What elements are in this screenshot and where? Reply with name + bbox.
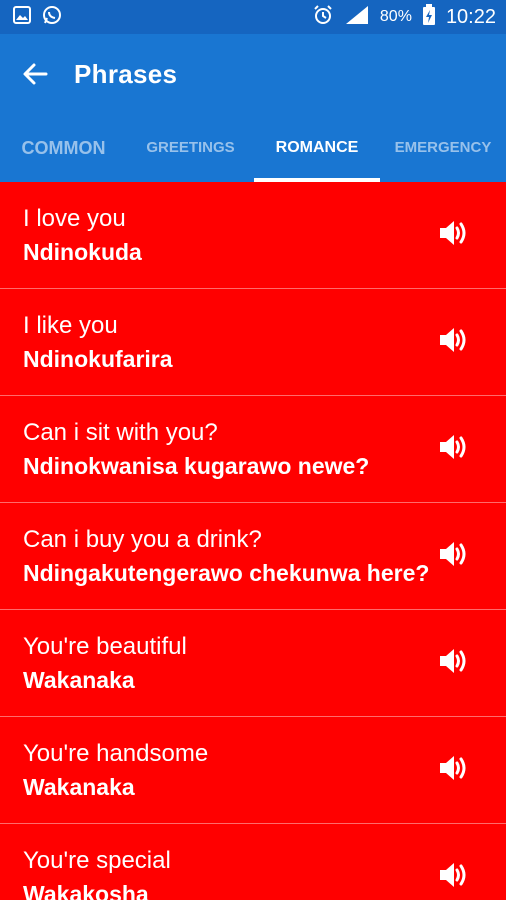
status-bar: 80% 10:22 (0, 0, 506, 34)
battery-charging-icon (422, 3, 436, 31)
tab-label: ROMANCE (275, 139, 359, 156)
play-audio-button[interactable] (436, 430, 470, 464)
phrase-english: You're handsome (23, 740, 209, 767)
play-audio-button[interactable] (436, 858, 470, 892)
phrase-english: I love you (23, 205, 126, 232)
phrase-translation: Wakanaka (23, 774, 135, 800)
phrase-row[interactable]: I love you Ndinokuda (0, 182, 506, 289)
phrase-row[interactable]: I like you Ndinokufarira (0, 289, 506, 396)
status-right: 80% 10:22 (312, 3, 496, 31)
speaker-icon (440, 328, 466, 352)
speaker-icon (440, 221, 466, 245)
whatsapp-icon (42, 5, 62, 30)
phrase-row[interactable]: Can i buy you a drink? Ndingakutengerawo… (0, 503, 506, 610)
phrase-english: You're special (23, 847, 171, 874)
phrase-translation: Ndinokuda (23, 239, 142, 265)
tab-greetings[interactable]: GREETINGS (127, 114, 254, 182)
speaker-icon (440, 863, 466, 887)
play-audio-button[interactable] (436, 537, 470, 571)
page-title: Phrases (74, 58, 178, 89)
phrase-translation: Ndingakutengerawo chekunwa here? (23, 560, 430, 586)
tab-emergency[interactable]: EMERGENCY (380, 114, 506, 182)
tab-label: EMERGENCY (394, 139, 492, 156)
tab-common[interactable]: COMMON (0, 114, 127, 182)
play-audio-button[interactable] (436, 216, 470, 250)
phrase-english: You're beautiful (23, 633, 187, 660)
phrase-translation: Wakanaka (23, 667, 135, 693)
phrase-translation: Wakakosha (23, 881, 149, 900)
phrase-english: Can i sit with you? (23, 419, 218, 446)
play-audio-button[interactable] (436, 644, 470, 678)
tab-romance[interactable]: ROMANCE (254, 114, 380, 182)
alarm-icon (312, 4, 334, 31)
phrase-translation: Ndinokufarira (23, 346, 173, 372)
speaker-icon (440, 435, 466, 459)
phrase-english: I like you (23, 312, 118, 339)
play-audio-button[interactable] (436, 323, 470, 357)
phrase-row[interactable]: You're beautiful Wakanaka (0, 610, 506, 717)
phrase-row[interactable]: You're handsome Wakanaka (0, 717, 506, 824)
speaker-icon (440, 649, 466, 673)
phrase-list: I love you Ndinokuda I like you Ndinokuf… (0, 182, 506, 900)
speaker-icon (440, 756, 466, 780)
back-button[interactable] (20, 59, 50, 89)
phrase-translation: Ndinokwanisa kugarawo newe? (23, 453, 370, 479)
tab-label: COMMON (21, 138, 106, 158)
speaker-icon (440, 542, 466, 566)
image-icon (12, 5, 32, 30)
battery-percent: 80% (379, 8, 412, 25)
play-audio-button[interactable] (436, 751, 470, 785)
clock: 10:22 (445, 5, 496, 28)
tab-bar: COMMON GREETINGS ROMANCE EMERGENCY (0, 114, 506, 182)
status-left (12, 5, 62, 30)
phrase-row[interactable]: Can i sit with you? Ndinokwanisa kugaraw… (0, 396, 506, 503)
arrow-left-icon (23, 63, 48, 85)
app-bar: Phrases (0, 34, 506, 114)
tab-label: GREETINGS (146, 139, 235, 156)
signal-icon (344, 4, 370, 31)
phrase-row[interactable]: You're special Wakakosha (0, 824, 506, 900)
phrase-english: Can i buy you a drink? (23, 526, 262, 553)
